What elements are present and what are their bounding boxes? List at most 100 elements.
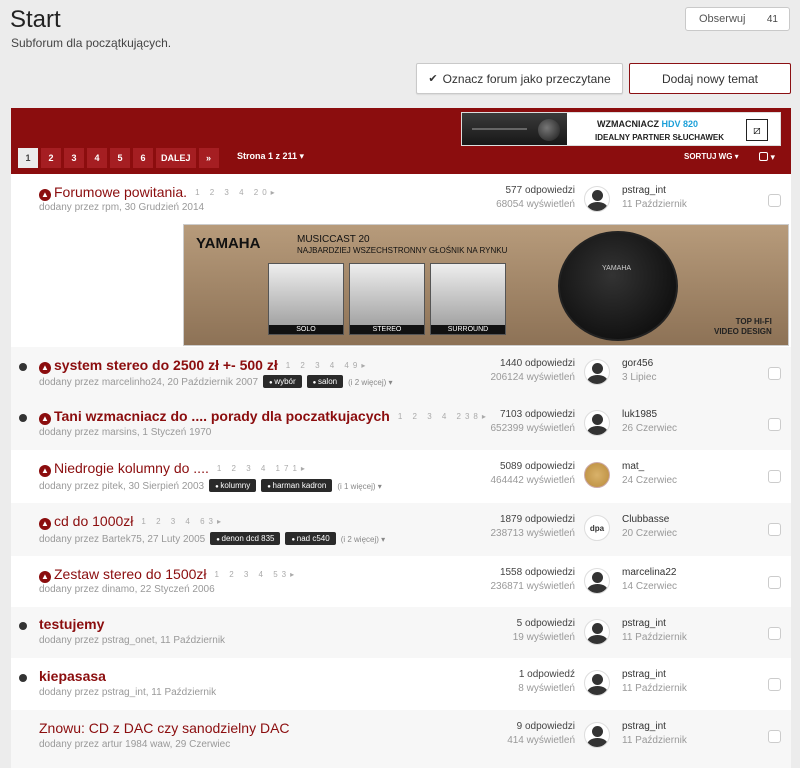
tag[interactable]: denon dcd 835 — [210, 532, 281, 545]
select-all-checkbox[interactable]: ▾ — [759, 152, 775, 163]
sort-dropdown[interactable]: SORTUJ WG ▾ — [684, 152, 739, 161]
new-topic-button[interactable]: Dodaj nowy temat — [629, 63, 791, 94]
topic-title[interactable]: kiepasasa — [39, 668, 106, 684]
avatar[interactable] — [584, 619, 610, 645]
tag[interactable]: wybór — [263, 375, 302, 388]
sennheiser-logo-icon: ⧄ — [746, 119, 768, 141]
topic-pages[interactable]: 1 2 3 4 49▸ — [286, 361, 370, 370]
avatar[interactable] — [584, 359, 610, 385]
more-tags[interactable]: (i 1 więcej) ▾ — [337, 482, 381, 491]
topic-stats: 5 odpowiedzi 19 wyświetleń — [512, 618, 575, 643]
topic-checkbox[interactable] — [768, 367, 781, 380]
more-tags[interactable]: (i 2 więcej) ▾ — [341, 535, 385, 544]
banner-thumb: SURROUND — [430, 263, 506, 335]
page-5[interactable]: 5 — [110, 148, 130, 168]
page-4[interactable]: 4 — [87, 148, 107, 168]
last-page-button[interactable]: » — [198, 148, 219, 168]
topic-checkbox[interactable] — [768, 678, 781, 691]
topic-pages[interactable]: 1 2 3 4 171▸ — [217, 464, 309, 473]
topic-meta: dodany przez rpm, 30 Grudzień 2014 — [39, 202, 205, 213]
new-topic-label: Dodaj nowy temat — [661, 71, 759, 86]
banner-product: MUSICCAST 20 — [297, 234, 370, 245]
last-post[interactable]: pstrag_int 11 Październik — [622, 185, 687, 210]
topic-title[interactable]: Znowu: CD z DAC czy sanodzielny DAC — [39, 720, 290, 736]
topic-title[interactable]: ▲ Tani wzmacniacz do .... porady dla pocz… — [39, 408, 490, 425]
topic-meta: dodany przez Bartek75, 27 Luty 2005denon… — [39, 532, 385, 545]
page-2[interactable]: 2 — [41, 148, 61, 168]
pin-icon: ▲ — [39, 413, 51, 425]
topic-title[interactable]: ▲ Forumowe powitania. 1 2 3 4 20▸ — [39, 184, 279, 201]
avatar[interactable] — [584, 722, 610, 748]
topic-meta: dodany przez artur 1984 waw, 29 Czerwiec — [39, 739, 231, 750]
amplifier-image — [462, 113, 567, 145]
topic-title[interactable]: ▲ system stereo do 2500 zł +- 500 zł 1 2 3… — [39, 357, 369, 374]
topic-checkbox[interactable] — [768, 418, 781, 431]
avatar[interactable] — [584, 462, 610, 488]
topic-stats: 1440 odpowiedzi 206124 wyświetleń — [490, 358, 576, 383]
tag[interactable]: kolumny — [209, 479, 257, 492]
avatar[interactable] — [584, 186, 610, 212]
topic-meta: dodany przez pstrag_onet, 11 Październik — [39, 635, 226, 646]
avatar[interactable]: dpa — [584, 515, 610, 541]
topic-title[interactable]: testujemy — [39, 616, 104, 632]
more-tags[interactable]: (i 2 więcej) ▾ — [348, 378, 392, 387]
last-post[interactable]: gor456 3 Lipiec — [622, 358, 656, 383]
last-post[interactable]: pstrag_int 11 Październik — [622, 669, 687, 694]
topic-checkbox[interactable] — [768, 523, 781, 536]
topic-stats: 7103 odpowiedzi 652399 wyświetleń — [490, 409, 576, 434]
topic-checkbox[interactable] — [768, 194, 781, 207]
topic-row[interactable]: testujemy dodany przez pstrag_onet, 11 P… — [11, 607, 791, 658]
top-ad-banner[interactable]: WZMACNIACZ HDV 820 IDEALNY PARTNER SŁUCH… — [461, 112, 781, 146]
topic-row[interactable]: ▲ Zestaw stereo do 1500zł 1 2 3 4 53▸ doda… — [11, 556, 791, 607]
page-1[interactable]: 1 — [18, 148, 38, 168]
topic-row[interactable]: ▲ Tani wzmacniacz do .... porady dla pocz… — [11, 398, 791, 450]
last-post[interactable]: pstrag_int 11 Październik — [622, 618, 687, 643]
tag[interactable]: nad c540 — [285, 532, 336, 545]
topic-stats: 577 odpowiedzi 68054 wyświetleń — [496, 185, 575, 210]
avatar[interactable] — [584, 670, 610, 696]
topic-stats: 1 odpowiedź 8 wyświetleń — [518, 669, 575, 694]
banner-thumb: STEREO — [349, 263, 425, 335]
avatar[interactable] — [584, 568, 610, 594]
last-post[interactable]: Clubbasse 20 Czerwiec — [622, 514, 677, 539]
avatar[interactable] — [584, 410, 610, 436]
topic-row[interactable]: Znowu: CD z DAC czy sanodzielny DAC doda… — [11, 710, 791, 768]
last-post[interactable]: pstrag_int 11 Październik — [622, 721, 687, 746]
topic-row[interactable]: kiepasasa dodany przez pstrag_int, 11 Pa… — [11, 658, 791, 710]
topic-pages[interactable]: 1 2 3 4 63▸ — [141, 517, 225, 526]
page-6[interactable]: 6 — [133, 148, 153, 168]
tag[interactable]: salon — [306, 375, 344, 388]
topic-checkbox[interactable] — [768, 730, 781, 743]
page-3[interactable]: 3 — [64, 148, 84, 168]
pin-icon: ▲ — [39, 362, 51, 374]
mark-read-label: Oznacz forum jako przeczytane — [442, 71, 611, 86]
last-post[interactable]: mat_ 24 Czerwiec — [622, 461, 677, 486]
topic-checkbox[interactable] — [768, 576, 781, 589]
follow-button[interactable]: Obserwuj 41 — [685, 7, 790, 31]
topic-title[interactable]: ▲ Zestaw stereo do 1500zł 1 2 3 4 53▸ — [39, 566, 298, 583]
topic-checkbox[interactable] — [768, 627, 781, 640]
yamaha-logo: YAMAHA — [196, 235, 261, 252]
pagination: 1 2 3 4 5 6 DALEJ » — [18, 148, 219, 168]
page-jump-dropdown[interactable]: Strona 1 z 211 ▾ — [237, 151, 304, 162]
next-page-button[interactable]: DALEJ — [156, 148, 196, 168]
topic-title[interactable]: ▲ Niedrogie kolumny do .... 1 2 3 4 171▸ — [39, 460, 309, 477]
topic-pages[interactable]: 1 2 3 4 238▸ — [398, 412, 490, 421]
tag[interactable]: harman kadron — [261, 479, 333, 492]
ad-tagline: IDEALNY PARTNER SŁUCHAWEK — [595, 133, 725, 142]
topic-title[interactable]: ▲ cd do 1000zł 1 2 3 4 63▸ — [39, 513, 225, 530]
topic-pages[interactable]: 1 2 3 4 53▸ — [215, 570, 299, 579]
topic-meta: dodany przez marcelinho24, 20 Październi… — [39, 375, 393, 388]
yamaha-ad-banner[interactable]: YAMAHA MUSICCAST 20 NAJBARDZIEJ WSZECHST… — [183, 224, 789, 346]
topic-row[interactable]: ▲ cd do 1000zł 1 2 3 4 63▸ dodany przez Ba… — [11, 503, 791, 556]
topic-row[interactable]: ▲ system stereo do 2500 zł +- 500 zł 1 2 3… — [11, 347, 791, 398]
topic-meta: dodany przez pstrag_int, 11 Październik — [39, 687, 217, 698]
last-post[interactable]: marcelina22 14 Czerwiec — [622, 567, 677, 592]
topic-meta: dodany przez marsins, 1 Styczeń 1970 — [39, 427, 212, 438]
topic-pages[interactable]: 1 2 3 4 20▸ — [195, 188, 279, 197]
mark-read-button[interactable]: ✔ Oznacz forum jako przeczytane — [416, 63, 623, 94]
last-post[interactable]: luk1985 26 Czerwiec — [622, 409, 677, 434]
topic-checkbox[interactable] — [768, 470, 781, 483]
pin-icon: ▲ — [39, 189, 51, 201]
topic-row[interactable]: ▲ Niedrogie kolumny do .... 1 2 3 4 171▸ d… — [11, 450, 791, 503]
